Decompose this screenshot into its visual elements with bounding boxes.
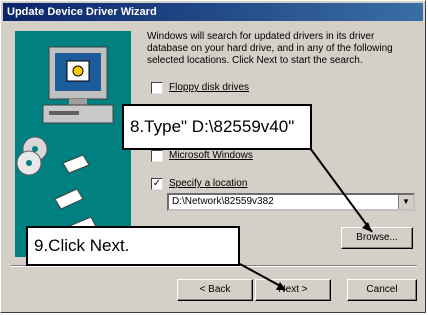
step9-arrow-line	[239, 263, 285, 289]
step8-arrow-head	[362, 222, 372, 232]
step8-arrow-line	[309, 147, 373, 233]
step9-arrow-head	[276, 282, 286, 290]
callout-arrows	[239, 147, 373, 290]
callout-step9: 9.Click Next.	[26, 226, 240, 266]
callout-step8: 8.Type" D:\82559v40"	[122, 104, 312, 150]
